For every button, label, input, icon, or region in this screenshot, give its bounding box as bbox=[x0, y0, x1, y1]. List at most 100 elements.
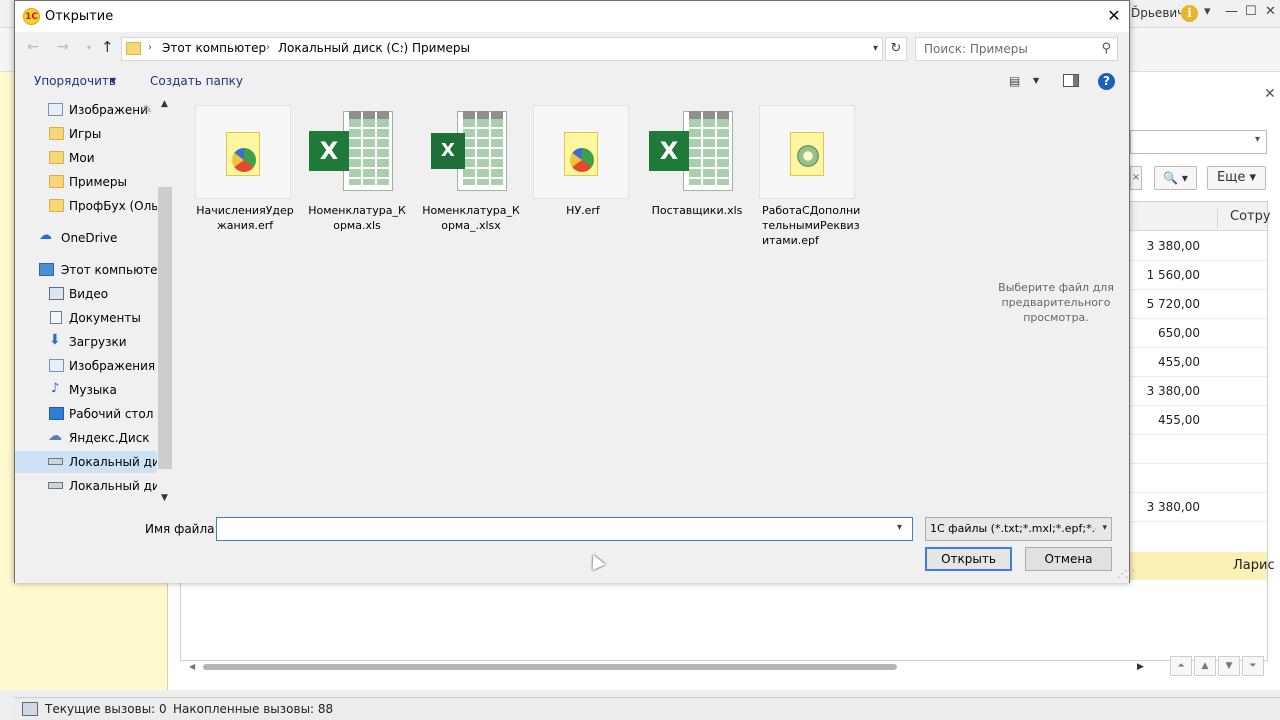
dialog-bottom-area: Имя файла: ▾ 1С файлы (*.txt;*.mxl;*.epf… bbox=[15, 509, 1135, 583]
new-folder-button[interactable]: Создать папку bbox=[150, 74, 243, 88]
pictures-icon bbox=[48, 103, 63, 116]
nav-item-label: Музыка bbox=[69, 383, 117, 397]
scrollbar-thumb[interactable] bbox=[203, 664, 897, 670]
navigation-pane: Изображения ✎ Игры Мои Примеры ПрофБух (… bbox=[15, 97, 173, 509]
nav-item-local-disk-2[interactable]: Локальный диск bbox=[15, 475, 157, 497]
chevron-down-icon: ▾ bbox=[1102, 523, 1107, 533]
nav-item-local-disk-c[interactable]: Локальный диск bbox=[15, 451, 157, 473]
nav-item-label: Изображения bbox=[69, 103, 149, 117]
form-combo-field[interactable]: ▾ bbox=[1130, 130, 1267, 154]
chevron-down-icon[interactable]: ▼ bbox=[110, 76, 116, 85]
recent-locations-icon[interactable]: ▾ bbox=[87, 43, 91, 52]
nav-item-desktop[interactable]: Рабочий стол bbox=[15, 403, 157, 425]
forward-arrow-icon[interactable]: → bbox=[57, 39, 69, 55]
cancel-button[interactable]: Отмена bbox=[1025, 547, 1112, 571]
nav-item-pictures[interactable]: Изображения bbox=[15, 355, 157, 377]
scroll-right-icon[interactable]: ▶ bbox=[1137, 662, 1144, 672]
nav-item-label: OneDrive bbox=[61, 231, 118, 245]
nav-item-games[interactable]: Игры bbox=[15, 123, 157, 145]
filename-label: Имя файла: bbox=[145, 522, 219, 536]
nav-item-examples[interactable]: Примеры bbox=[15, 171, 157, 193]
column-header[interactable]: Сотру bbox=[1217, 209, 1271, 229]
preview-pane-button[interactable] bbox=[1063, 74, 1079, 87]
calls-monitor-icon[interactable] bbox=[22, 702, 38, 716]
pictures-icon bbox=[49, 359, 64, 372]
pin-icon[interactable]: ✎ bbox=[143, 103, 152, 116]
filename-input[interactable] bbox=[216, 517, 913, 541]
table-cell: 3 380,00 bbox=[1146, 239, 1200, 253]
nav-item-label: Загрузки bbox=[69, 335, 127, 349]
nav-item-profbuh[interactable]: ПрофБух (Ольга bbox=[15, 195, 157, 217]
up-arrow-icon[interactable]: ↑ bbox=[101, 38, 114, 56]
table-cell: 3 380,00 bbox=[1146, 500, 1200, 514]
go-down-button[interactable]: ▼ bbox=[1218, 656, 1240, 676]
epf-processing-icon bbox=[790, 132, 824, 176]
video-icon bbox=[49, 287, 64, 300]
nav-item-yandex-disk[interactable]: ☁ Яндекс.Диск bbox=[15, 427, 157, 449]
file-thumbnail bbox=[195, 105, 291, 199]
search-icon[interactable]: ⚲ bbox=[1101, 41, 1111, 56]
scroll-up-icon[interactable]: ▲ bbox=[161, 99, 168, 109]
table-cell: Ларис bbox=[1233, 558, 1275, 573]
chevron-down-icon[interactable]: ▾ bbox=[897, 522, 902, 533]
dialog-close-button[interactable]: ✕ bbox=[1099, 5, 1129, 29]
table-cell: 3 380,00 bbox=[1146, 384, 1200, 398]
open-button[interactable]: Открыть bbox=[925, 547, 1012, 571]
nav-item-pictures-pinned[interactable]: Изображения ✎ bbox=[15, 99, 157, 121]
nav-item-label: Рабочий стол bbox=[69, 407, 154, 421]
help-button[interactable]: ? bbox=[1098, 73, 1115, 90]
nav-item-my[interactable]: Мои bbox=[15, 147, 157, 169]
table-cell: 455,00 bbox=[1158, 355, 1200, 369]
breadcrumb-local-disk[interactable]: Локальный диск (C:) bbox=[278, 41, 408, 55]
go-first-button[interactable]: ⏶ bbox=[1170, 656, 1192, 676]
yandex-disk-icon: ☁ bbox=[48, 428, 62, 444]
nav-item-documents[interactable]: Документы bbox=[15, 307, 157, 329]
breadcrumb-separator-icon[interactable]: › bbox=[148, 42, 152, 53]
minimize-icon[interactable]: — bbox=[1225, 4, 1238, 19]
nav-item-music[interactable]: ♪ Музыка bbox=[15, 379, 157, 401]
cloud-icon: ☁ bbox=[39, 228, 52, 243]
nav-item-downloads[interactable]: ⬇ Загрузки bbox=[15, 331, 157, 353]
menu-arrow-icon[interactable]: ▾ bbox=[1204, 4, 1211, 19]
organize-button[interactable]: Упорядочить bbox=[34, 74, 116, 88]
current-calls: Текущие вызовы: 0 bbox=[45, 702, 167, 716]
music-icon: ♪ bbox=[51, 381, 60, 396]
address-bar[interactable]: › Этот компьютер › Локальный диск (C:) ›… bbox=[121, 37, 883, 61]
back-arrow-icon[interactable]: ← bbox=[27, 39, 39, 55]
nav-item-onedrive[interactable]: ☁ OneDrive bbox=[15, 227, 157, 249]
nav-item-label: ПрофБух (Ольга bbox=[69, 199, 157, 213]
view-options-icon[interactable]: ▤ bbox=[1009, 74, 1020, 88]
resize-grip-icon[interactable]: ⋰⋰ bbox=[1117, 569, 1135, 580]
nav-item-label: Мои bbox=[69, 151, 95, 165]
chevron-down-icon[interactable]: ▼ bbox=[1033, 76, 1039, 85]
nav-pane-scrollbar[interactable]: ▲ ▼ bbox=[157, 97, 173, 509]
clear-button[interactable]: × bbox=[1130, 166, 1142, 190]
horizontal-scrollbar[interactable]: ◀ ▶ bbox=[189, 662, 1144, 672]
nav-item-this-pc[interactable]: Этот компьютер bbox=[15, 259, 165, 281]
breadcrumb-separator-icon[interactable]: › bbox=[400, 42, 404, 53]
nav-item-video[interactable]: Видео bbox=[15, 283, 157, 305]
scroll-left-icon[interactable]: ◀ bbox=[189, 662, 195, 671]
maximize-icon[interactable]: ☐ bbox=[1245, 4, 1257, 19]
file-name: НачисленияУдержания.erf bbox=[196, 204, 294, 232]
filetype-select[interactable]: 1С файлы (*.txt;*.mxl;*.epf;*.erf ▾ bbox=[925, 517, 1112, 541]
form-search-button[interactable]: 🔍 ▾ bbox=[1154, 166, 1197, 190]
info-icon[interactable]: i bbox=[1181, 5, 1198, 22]
go-last-button[interactable]: ⏷ bbox=[1242, 656, 1264, 676]
form-more-button[interactable]: Еще ▾ bbox=[1207, 166, 1266, 190]
chevron-down-icon[interactable]: ▾ bbox=[873, 43, 878, 54]
nav-item-label: Яндекс.Диск bbox=[69, 431, 150, 445]
scrollbar-thumb[interactable] bbox=[158, 187, 172, 469]
refresh-button[interactable]: ↻ bbox=[885, 37, 907, 61]
breadcrumb-this-pc[interactable]: Этот компьютер bbox=[162, 41, 266, 55]
table-cell: 650,00 bbox=[1158, 326, 1200, 340]
open-file-dialog: 1С Открытие ✕ ← → ▾ ↑ › Этот компьютер ›… bbox=[14, 0, 1135, 583]
form-close-icon[interactable]: ✕ bbox=[1264, 86, 1276, 102]
go-up-button[interactable]: ▲ bbox=[1194, 656, 1216, 676]
search-input[interactable]: Поиск: Примеры ⚲ bbox=[915, 37, 1118, 61]
breadcrumb-separator-icon[interactable]: › bbox=[266, 42, 270, 53]
scroll-down-icon[interactable]: ▼ bbox=[161, 493, 168, 503]
close-icon[interactable]: ✕ bbox=[1265, 4, 1276, 19]
file-thumbnail: X bbox=[647, 105, 743, 199]
breadcrumb-examples[interactable]: Примеры bbox=[412, 41, 470, 55]
